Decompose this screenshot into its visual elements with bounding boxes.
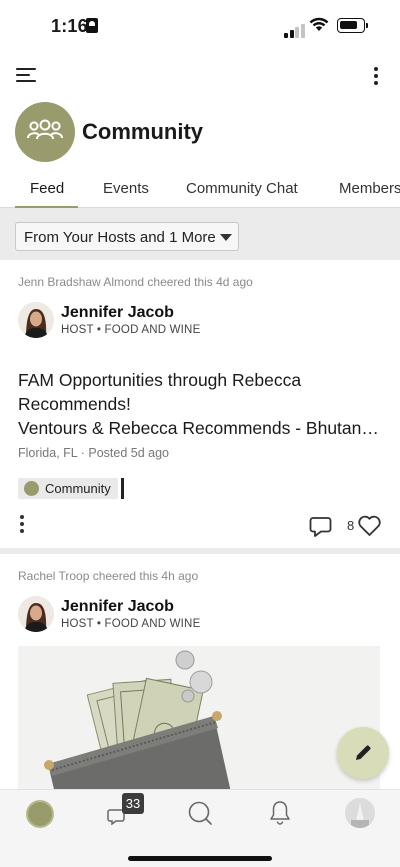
post-more-icon[interactable]	[20, 515, 26, 533]
author-role: HOST • FOOD AND WINE	[61, 324, 201, 336]
feed-filter-label: From Your Hosts and 1 More	[24, 229, 216, 246]
post-title-line: Recommends!	[18, 394, 131, 414]
heart-icon[interactable]	[357, 514, 382, 537]
page-title: Community	[82, 119, 203, 144]
group-icon	[27, 119, 63, 140]
community-tag-label: Community	[45, 481, 111, 496]
community-logo-icon	[24, 481, 39, 496]
top-nav	[0, 54, 400, 98]
compose-post-button[interactable]	[337, 727, 389, 779]
profile-avatar[interactable]	[345, 798, 375, 828]
community-header: Community	[15, 102, 385, 162]
tab-members[interactable]: Members	[339, 180, 400, 197]
messages-badge: 33	[122, 793, 144, 814]
search-icon[interactable]	[187, 800, 213, 826]
status-time: 1:16	[51, 16, 88, 36]
more-options-icon[interactable]	[372, 67, 380, 85]
home-indicator	[128, 856, 272, 861]
community-logo-icon	[26, 800, 54, 828]
feed[interactable]: From Your Hosts and 1 More Jenn Bradshaw…	[0, 208, 400, 789]
battery-icon	[337, 18, 368, 33]
post-title-line: Ventours & Rebecca Recommends - Bhutan…	[18, 418, 379, 438]
caret-down-icon	[220, 234, 232, 241]
text-cursor	[121, 478, 124, 499]
tab-feed[interactable]: Feed	[30, 180, 64, 197]
tab-events[interactable]: Events	[103, 180, 149, 197]
pencil-icon	[356, 745, 371, 760]
nav-home[interactable]	[20, 798, 60, 838]
community-avatar	[15, 102, 75, 162]
community-tag[interactable]: Community	[18, 478, 118, 499]
author-avatar[interactable]	[18, 596, 54, 632]
post-card[interactable]: Jenn Bradshaw Almond cheered this 4d ago…	[0, 260, 400, 548]
cheered-text: Rachel Troop cheered this 4h ago	[18, 569, 199, 583]
author-avatar[interactable]	[18, 302, 54, 338]
feed-filter-dropdown[interactable]: From Your Hosts and 1 More	[15, 222, 239, 251]
status-bar: 1:16	[0, 0, 400, 54]
wifi-icon	[309, 17, 329, 31]
cheered-text: Jenn Bradshaw Almond cheered this 4d ago	[18, 275, 253, 289]
post-image[interactable]	[18, 646, 380, 789]
author-name[interactable]: Jennifer Jacob	[61, 598, 174, 616]
id-card-icon	[86, 18, 98, 33]
post-location-date: Florida, FL · Posted 5d ago	[18, 446, 170, 460]
tab-bar: Feed Events Community Chat Members	[0, 172, 400, 208]
comment-icon[interactable]	[309, 515, 332, 538]
author-role: HOST • FOOD AND WINE	[61, 618, 201, 630]
author-name[interactable]: Jennifer Jacob	[61, 304, 174, 322]
like-count: 8	[347, 518, 355, 533]
menu-icon[interactable]	[16, 68, 36, 83]
bell-icon[interactable]	[268, 800, 292, 826]
post-title-line: FAM Opportunities through Rebecca	[18, 370, 302, 390]
tab-community-chat[interactable]: Community Chat	[186, 180, 298, 197]
post-title[interactable]: FAM Opportunities through Rebecca Recomm…	[18, 368, 388, 440]
cellular-signal-icon	[284, 20, 306, 38]
